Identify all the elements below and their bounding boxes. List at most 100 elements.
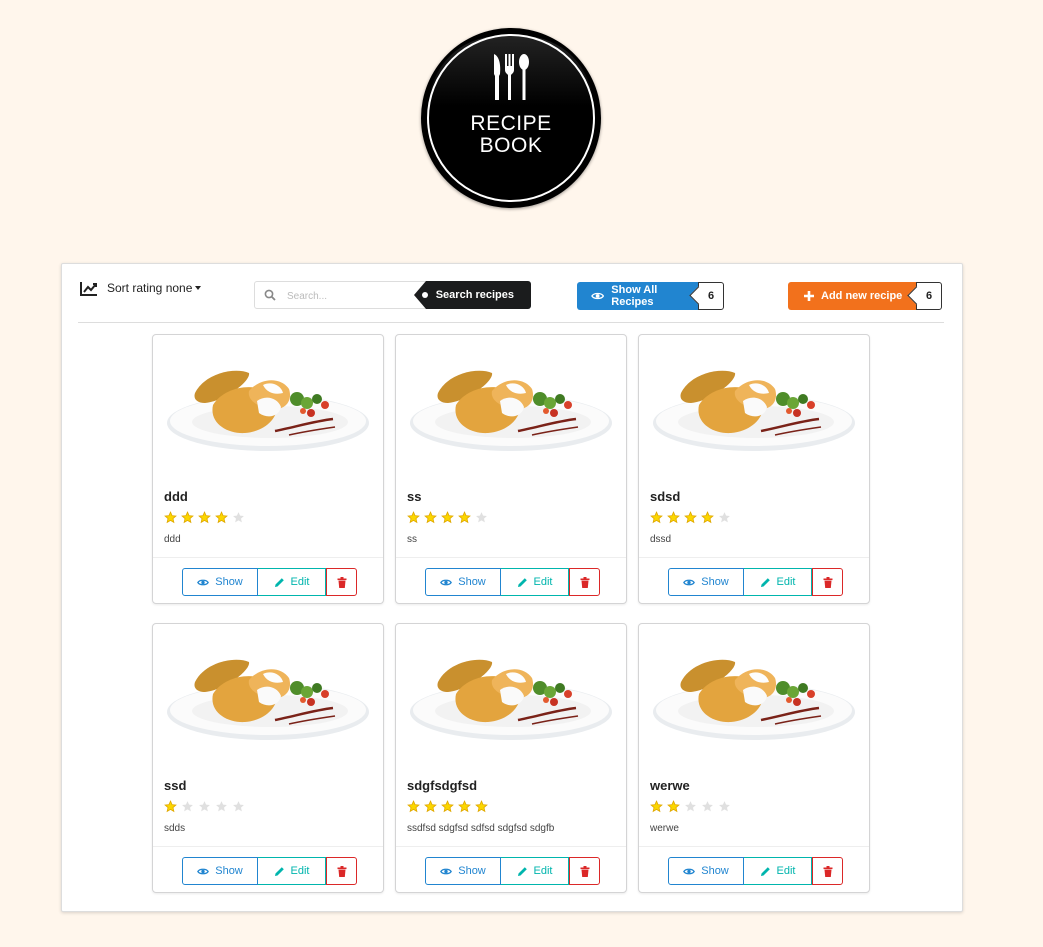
star-filled-icon[interactable]	[475, 800, 488, 813]
edit-recipe-button[interactable]: Edit	[258, 568, 326, 596]
edit-label: Edit	[290, 865, 310, 877]
rating-stars	[650, 800, 731, 813]
show-label: Show	[458, 576, 486, 588]
card-actions: Show Edit	[668, 568, 843, 596]
show-recipe-button[interactable]: Show	[425, 568, 501, 596]
pencil-icon	[760, 577, 770, 587]
recipe-description: ssdfsd sdgfsd sdfsd sdgfsd sdgfb	[407, 823, 555, 834]
caret-down-icon	[195, 286, 202, 290]
edit-recipe-button[interactable]: Edit	[744, 857, 812, 885]
plus-icon	[804, 291, 814, 301]
star-empty-icon[interactable]	[181, 800, 194, 813]
star-filled-icon[interactable]	[407, 800, 420, 813]
rating-stars	[164, 800, 245, 813]
delete-recipe-button[interactable]	[569, 857, 600, 885]
edit-recipe-button[interactable]: Edit	[258, 857, 326, 885]
delete-recipe-button[interactable]	[812, 857, 843, 885]
show-label: Show	[701, 576, 729, 588]
recipe-card: ssd sdds Show Edit	[152, 623, 384, 893]
rating-stars	[650, 511, 731, 524]
edit-recipe-button[interactable]: Edit	[501, 857, 569, 885]
star-empty-icon[interactable]	[684, 800, 697, 813]
trash-icon	[580, 865, 589, 877]
trend-chart-icon	[80, 281, 97, 296]
edit-label: Edit	[776, 576, 796, 588]
add-new-recipe-button[interactable]: Add new recipe 6	[788, 282, 942, 310]
star-filled-icon[interactable]	[198, 511, 211, 524]
edit-label: Edit	[533, 576, 553, 588]
recipe-title: werwe	[650, 778, 690, 793]
show-recipe-button[interactable]: Show	[668, 568, 744, 596]
show-recipe-button[interactable]: Show	[425, 857, 501, 885]
recipe-image	[653, 659, 855, 740]
sort-dropdown[interactable]: Sort rating none	[80, 278, 202, 298]
star-filled-icon[interactable]	[650, 511, 663, 524]
recipe-description: werwe	[650, 823, 679, 834]
recipe-description: dssd	[650, 534, 672, 545]
card-actions: Show Edit	[425, 857, 600, 885]
show-label: Show	[215, 865, 243, 877]
recipes-panel: Sort rating none Search recipes Show All…	[61, 263, 963, 912]
recipe-card: ddd ddd Show Edit	[152, 334, 384, 604]
star-filled-icon[interactable]	[441, 511, 454, 524]
star-filled-icon[interactable]	[458, 800, 471, 813]
star-empty-icon[interactable]	[232, 511, 245, 524]
card-actions: Show Edit	[182, 568, 357, 596]
star-filled-icon[interactable]	[164, 800, 177, 813]
star-filled-icon[interactable]	[407, 511, 420, 524]
show-recipe-button[interactable]: Show	[182, 568, 258, 596]
recipe-description: ss	[407, 534, 417, 545]
eye-icon	[440, 868, 453, 874]
edit-recipe-button[interactable]: Edit	[744, 568, 812, 596]
recipe-card: werwe werwe Show Edit	[638, 623, 870, 893]
star-filled-icon[interactable]	[667, 511, 680, 524]
star-empty-icon[interactable]	[701, 800, 714, 813]
recipe-title: sdgfsdgfsd	[407, 778, 478, 793]
edit-label: Edit	[776, 865, 796, 877]
edit-recipe-button[interactable]: Edit	[501, 568, 569, 596]
star-empty-icon[interactable]	[215, 800, 228, 813]
delete-recipe-button[interactable]	[326, 568, 357, 596]
delete-recipe-button[interactable]	[812, 568, 843, 596]
search-box	[254, 281, 434, 309]
recipe-title: ssd	[164, 778, 187, 793]
star-empty-icon[interactable]	[718, 511, 731, 524]
star-filled-icon[interactable]	[441, 800, 454, 813]
recipe-book-logo: RECIPE BOOK	[421, 28, 601, 208]
star-filled-icon[interactable]	[215, 511, 228, 524]
recipe-image	[410, 370, 612, 451]
trash-icon	[823, 865, 832, 877]
recipe-image	[410, 659, 612, 740]
show-label: Show	[701, 865, 729, 877]
eye-icon	[591, 292, 605, 300]
star-filled-icon[interactable]	[684, 511, 697, 524]
star-empty-icon[interactable]	[232, 800, 245, 813]
star-filled-icon[interactable]	[164, 511, 177, 524]
show-all-recipes-button[interactable]: Show All Recipes 6	[577, 282, 724, 310]
star-empty-icon[interactable]	[198, 800, 211, 813]
rating-stars	[407, 511, 488, 524]
star-filled-icon[interactable]	[181, 511, 194, 524]
star-filled-icon[interactable]	[650, 800, 663, 813]
star-filled-icon[interactable]	[458, 511, 471, 524]
show-recipe-button[interactable]: Show	[182, 857, 258, 885]
rating-stars	[164, 511, 245, 524]
star-filled-icon[interactable]	[701, 511, 714, 524]
star-filled-icon[interactable]	[424, 800, 437, 813]
pencil-icon	[760, 866, 770, 876]
star-empty-icon[interactable]	[718, 800, 731, 813]
star-filled-icon[interactable]	[667, 800, 680, 813]
show-label: Show	[458, 865, 486, 877]
delete-recipe-button[interactable]	[569, 568, 600, 596]
trash-icon	[580, 576, 589, 588]
star-empty-icon[interactable]	[475, 511, 488, 524]
delete-recipe-button[interactable]	[326, 857, 357, 885]
trash-icon	[337, 576, 346, 588]
logo-line-book: BOOK	[479, 134, 543, 157]
star-filled-icon[interactable]	[424, 511, 437, 524]
add-new-recipe-label: Add new recipe	[821, 290, 903, 302]
show-recipe-button[interactable]: Show	[668, 857, 744, 885]
pencil-icon	[517, 866, 527, 876]
recipe-card: ss ss Show Edit	[395, 334, 627, 604]
search-input[interactable]	[285, 286, 419, 306]
